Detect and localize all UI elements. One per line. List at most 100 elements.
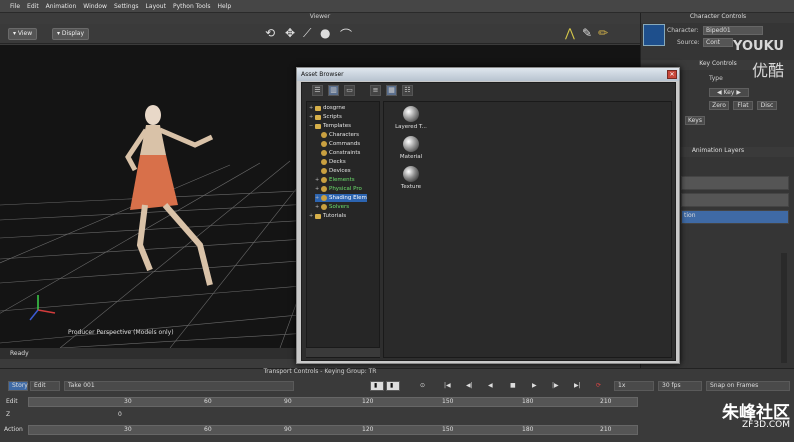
- zoom-tool-icon[interactable]: ●: [320, 26, 330, 40]
- type-label: Type: [709, 75, 723, 82]
- action-track-row: Action 30 60 90 120 150 180 210: [0, 425, 794, 437]
- pencil-tool-icon[interactable]: ✏: [598, 26, 608, 40]
- tree-item[interactable]: + Elements: [315, 176, 355, 184]
- disc-button[interactable]: Disc: [757, 101, 777, 110]
- edit-timeline-slider[interactable]: [28, 397, 638, 407]
- asset-tree: + dosgrne + Scripts − Templates Characters …: [306, 101, 380, 358]
- record-icon[interactable]: ⊙: [420, 382, 425, 389]
- panel-view-icon[interactable]: ▭: [344, 85, 355, 96]
- tick-label: 180: [522, 426, 534, 433]
- character-controls-title: Character Controls: [641, 13, 794, 23]
- list-view-icon[interactable]: ≡: [370, 85, 381, 96]
- stop-icon[interactable]: ■: [510, 382, 516, 389]
- scrollbar[interactable]: [781, 253, 787, 363]
- play-icon[interactable]: ▶: [532, 382, 537, 389]
- tick-label: 60: [204, 426, 212, 433]
- flat-button[interactable]: Flat: [733, 101, 753, 110]
- layer-row[interactable]: [681, 193, 789, 207]
- edit-dropdown[interactable]: Edit: [30, 381, 60, 391]
- menu-help[interactable]: Help: [217, 3, 231, 10]
- play-back-icon[interactable]: ◀: [488, 382, 493, 389]
- tree-item[interactable]: Characters: [321, 131, 359, 139]
- tree-item[interactable]: + Scripts: [309, 113, 342, 121]
- tree-item[interactable]: + Tutorials: [309, 212, 346, 220]
- detail-view-icon[interactable]: ☷: [402, 85, 413, 96]
- tree-item[interactable]: − Templates: [309, 122, 351, 130]
- keys-button[interactable]: Keys: [685, 116, 705, 125]
- character-model[interactable]: [125, 105, 214, 286]
- menu-settings[interactable]: Settings: [114, 3, 139, 10]
- source-label: Source:: [677, 39, 700, 46]
- layer-row-selected[interactable]: tion: [681, 210, 789, 224]
- story-button[interactable]: Story: [8, 381, 28, 391]
- icon-view-icon[interactable]: ▦: [386, 85, 397, 96]
- loop-icon[interactable]: ⟳: [596, 382, 601, 389]
- viewer-toolbar: ▾ View ▾ Display ⟲ ✥ ⟋ ● ⌒ ⋀ ✎ ✏: [0, 24, 640, 44]
- layer-row[interactable]: [681, 176, 789, 190]
- prev-key-icon[interactable]: ◀|: [466, 382, 473, 389]
- action-timeline-slider[interactable]: [28, 425, 638, 435]
- character-label: Character:: [667, 27, 699, 34]
- tree-view-icon[interactable]: ☰: [312, 85, 323, 96]
- asset-layered-texture[interactable]: Layered T...: [386, 106, 436, 130]
- menu-file[interactable]: File: [10, 3, 20, 10]
- tree-item[interactable]: + Solvers: [315, 203, 349, 211]
- edit-row-label: Edit: [6, 398, 18, 405]
- curve-tool-icon[interactable]: ⋀: [565, 26, 575, 40]
- character-icon[interactable]: [643, 24, 665, 46]
- character-field[interactable]: Biped01: [703, 26, 763, 35]
- tree-item[interactable]: Decks: [321, 158, 346, 166]
- youku-watermark: YOUKU: [733, 39, 784, 54]
- tree-item[interactable]: Commands: [321, 140, 360, 148]
- play-range-end[interactable]: ▮: [386, 381, 400, 391]
- tree-item[interactable]: Devices: [321, 167, 351, 175]
- display-button[interactable]: ▾ Display: [52, 28, 90, 40]
- tick-label: 150: [442, 426, 454, 433]
- next-key-icon[interactable]: |▶: [552, 382, 559, 389]
- menu-layout[interactable]: Layout: [146, 3, 166, 10]
- fps-dropdown[interactable]: 30 fps: [658, 381, 702, 391]
- snap-dropdown[interactable]: Snap on Frames: [706, 381, 790, 391]
- menu-animation[interactable]: Animation: [46, 3, 77, 10]
- zero-button[interactable]: Zero: [709, 101, 729, 110]
- move-tool-icon[interactable]: ✥: [285, 26, 295, 40]
- tree-horizontal-scrollbar[interactable]: [306, 347, 380, 357]
- action-row-label: Action: [4, 426, 23, 433]
- asset-browser-title: Asset Browser: [297, 68, 679, 81]
- asset-content-pane: Layered T... Material Texture: [383, 101, 672, 358]
- tree-item-selected[interactable]: + Shading Elem: [315, 194, 367, 202]
- key-button[interactable]: ◀ Key ▶: [709, 88, 749, 97]
- brush-tool-icon[interactable]: ✎: [582, 26, 592, 40]
- skip-start-icon[interactable]: |◀: [444, 382, 451, 389]
- tree-item[interactable]: Constraints: [321, 149, 360, 157]
- asset-material[interactable]: Material: [386, 136, 436, 160]
- close-icon[interactable]: ✕: [667, 70, 677, 79]
- z-row-label: Z: [6, 411, 11, 418]
- play-range-start[interactable]: ▮: [370, 381, 384, 391]
- menu-python-tools[interactable]: Python Tools: [173, 3, 211, 10]
- texture-sphere-icon: [403, 166, 419, 182]
- line-tool-icon[interactable]: ⟋: [303, 26, 311, 41]
- z-row-value: 0: [118, 411, 122, 418]
- perspective-label: Producer Perspective (Models only): [68, 329, 174, 336]
- split-view-icon[interactable]: ▥: [328, 85, 339, 96]
- tick-label: 120: [362, 398, 374, 405]
- asset-browser-window: Asset Browser ✕ ☰ ▥ ▭ ≡ ▦ ☷ + dosgrne + Sc…: [296, 67, 680, 364]
- view-button[interactable]: ▾ View: [8, 28, 38, 40]
- tick-label: 210: [600, 398, 612, 405]
- asset-browser-toolbar: ☰ ▥ ▭ ≡ ▦ ☷: [302, 83, 675, 99]
- skip-end-icon[interactable]: ▶|: [574, 382, 581, 389]
- take-dropdown[interactable]: Take 001: [64, 381, 294, 391]
- asset-texture[interactable]: Texture: [386, 166, 436, 190]
- menu-edit[interactable]: Edit: [27, 3, 39, 10]
- menu-window[interactable]: Window: [83, 3, 107, 10]
- tree-item[interactable]: + dosgrne: [309, 104, 345, 112]
- rotate-tool-icon[interactable]: ⟲: [265, 26, 275, 40]
- speed-dropdown[interactable]: 1x: [614, 381, 654, 391]
- layered-texture-icon: [403, 106, 419, 122]
- tree-item[interactable]: + Physical Pro: [315, 185, 362, 193]
- tick-label: 150: [442, 398, 454, 405]
- material-sphere-icon: [403, 136, 419, 152]
- zf3d-watermark-url: ZF3D.COM: [742, 420, 790, 430]
- arc-tool-icon[interactable]: ⌒: [340, 26, 352, 43]
